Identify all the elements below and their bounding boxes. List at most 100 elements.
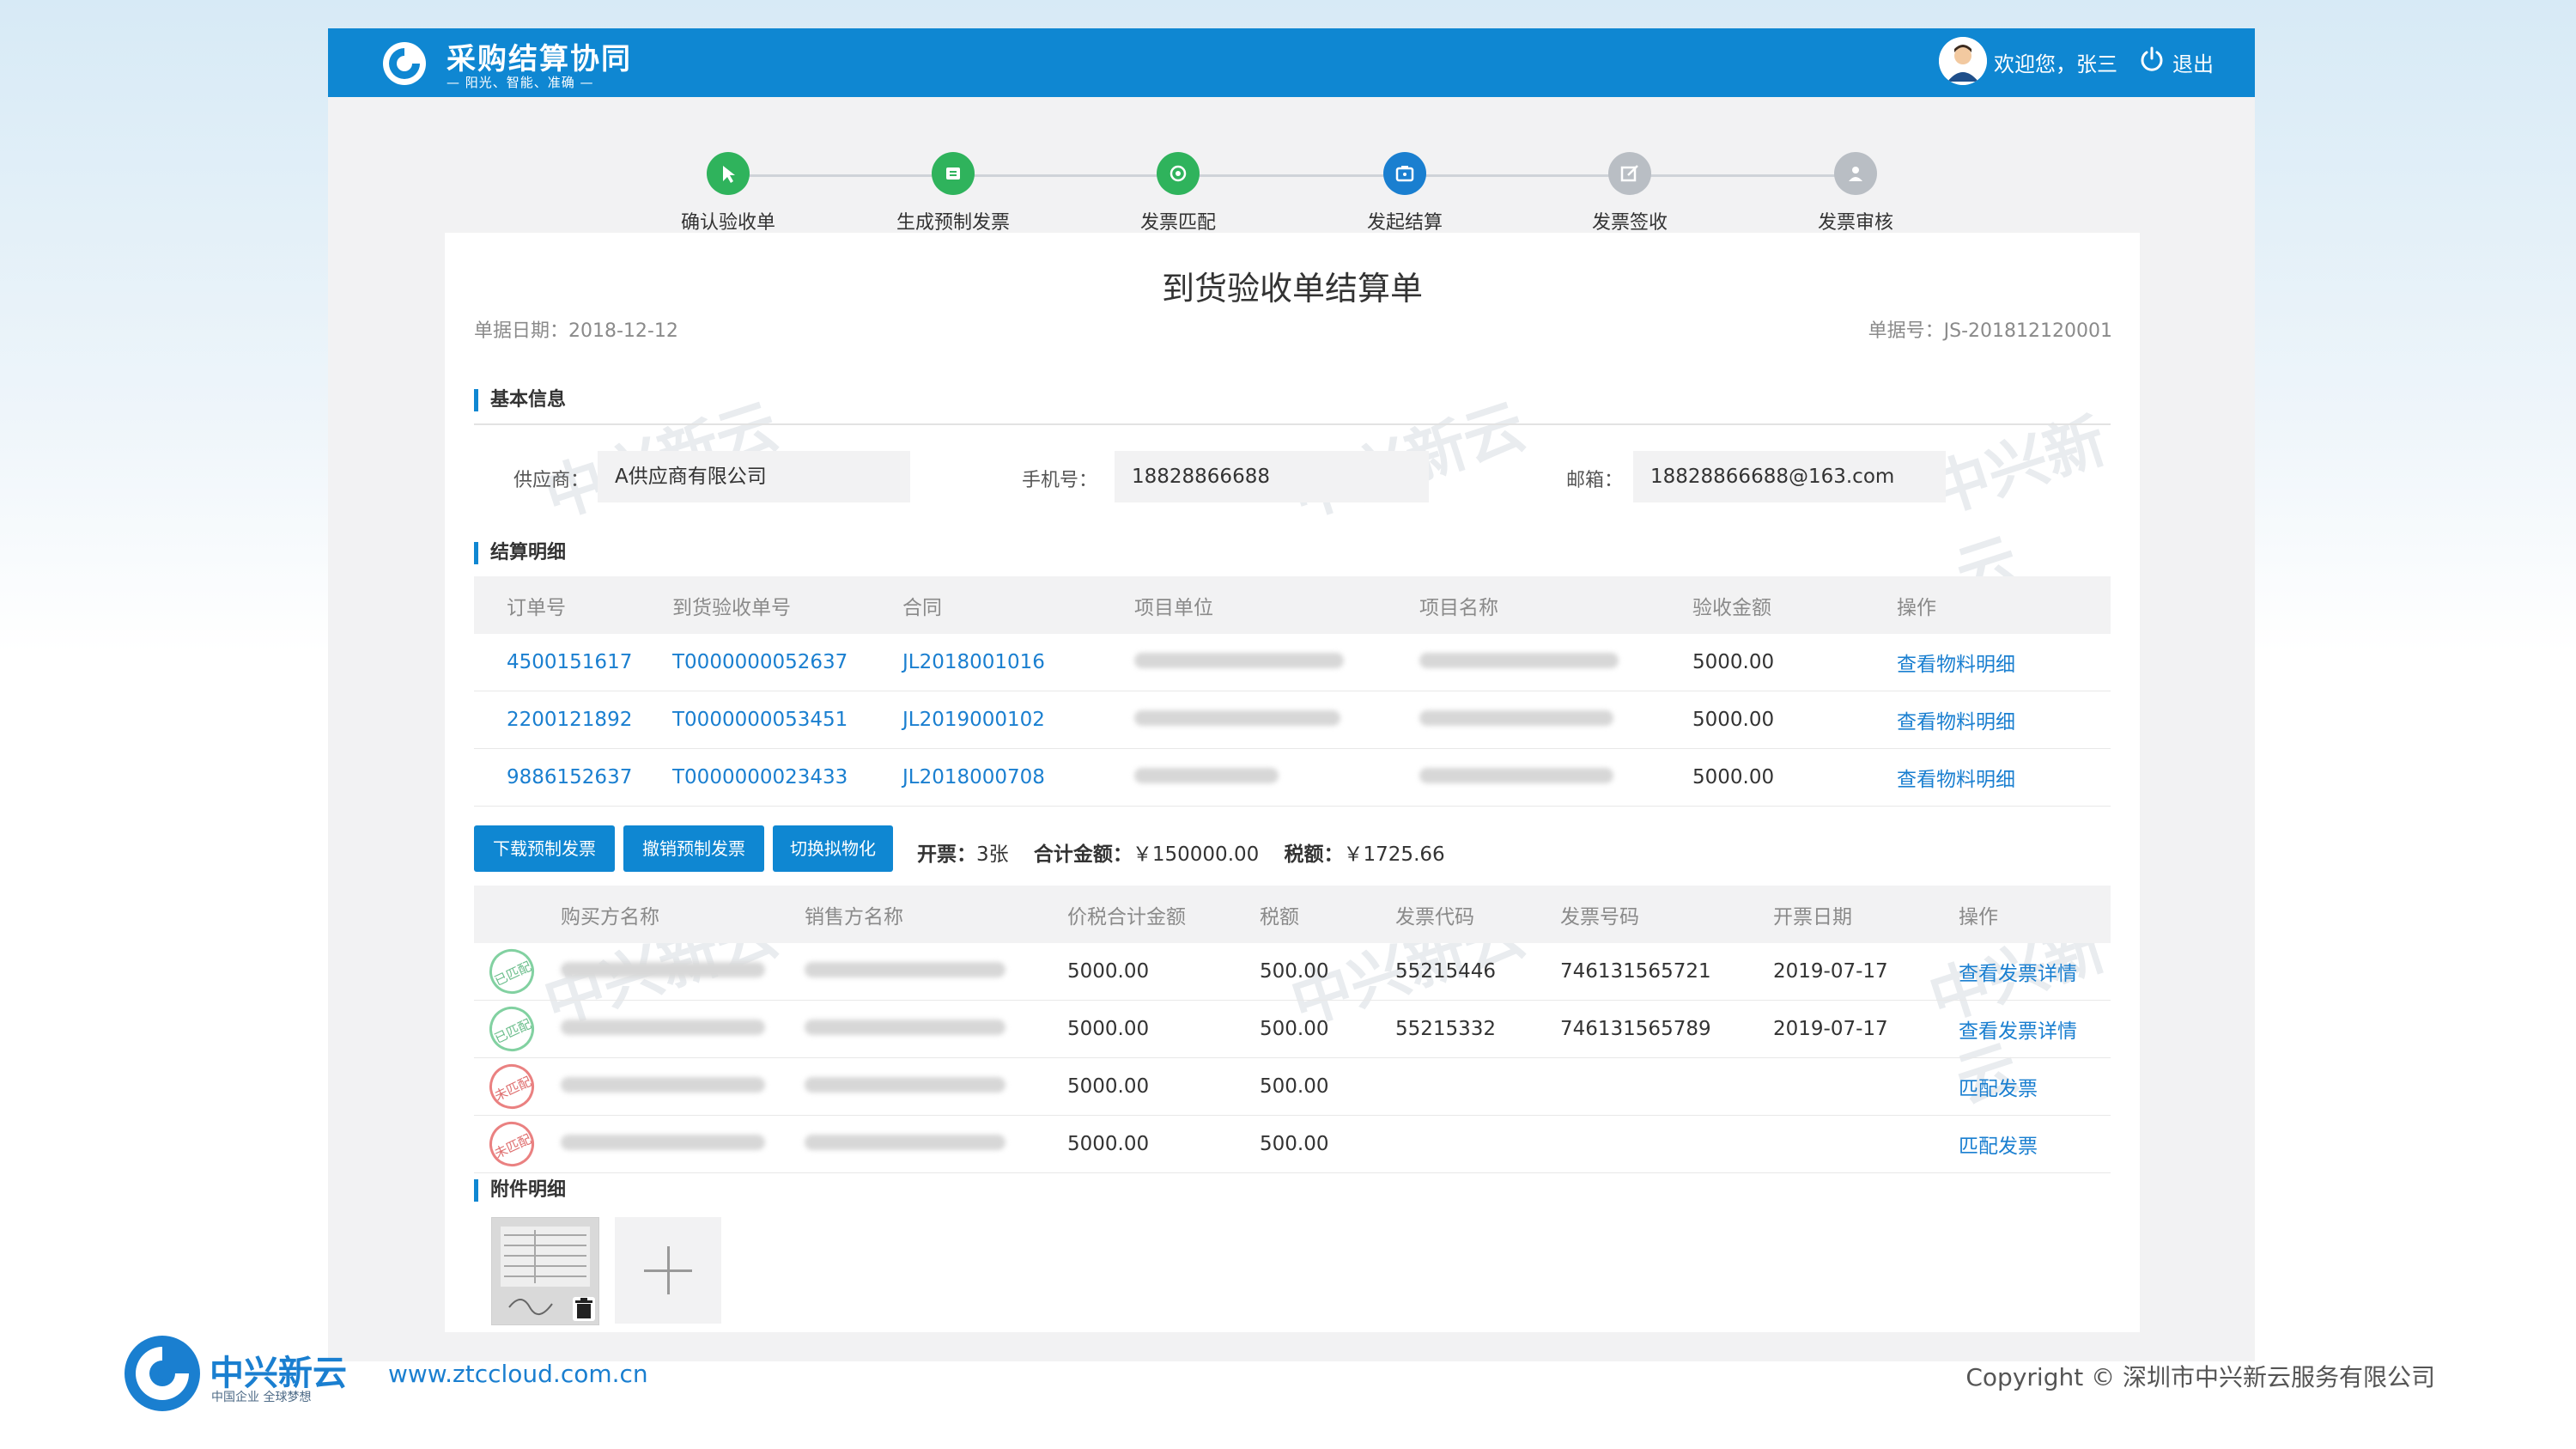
switch-view-button[interactable]: 切换拟物化 (773, 825, 893, 872)
view-materials-link[interactable]: 查看物料明细 (1896, 691, 2111, 749)
status-cell: 未匹配 (474, 1114, 560, 1174)
invoice-icon (946, 167, 960, 180)
order-number-link[interactable]: 2200121892 (474, 691, 671, 749)
redacted-text (1134, 653, 1344, 668)
step-circle (1157, 152, 1200, 195)
logout-link[interactable]: 退出 (2172, 47, 2214, 77)
section-title-attachments: 附件明细 (474, 1179, 566, 1202)
column-header-status (474, 886, 560, 943)
step-6: 发票审核 (1761, 152, 1950, 234)
step-1: 确认验收单 (634, 152, 823, 234)
view-materials-link[interactable]: 查看物料明细 (1896, 634, 2111, 691)
invoice-action-link[interactable]: 查看发票详情 (1958, 943, 2111, 1001)
email-field[interactable]: 18828866688@163.com (1633, 451, 1946, 502)
table-row: 未匹配 5000.00 500.00 匹配发票 (474, 1114, 2111, 1174)
download-invoice-button[interactable]: 下载预制发票 (474, 825, 615, 872)
contract-link[interactable]: JL2018000708 (902, 748, 1133, 807)
trash-icon[interactable] (573, 1297, 595, 1321)
column-header: 操作 (1896, 576, 2111, 634)
column-header: 到货验收单号 (671, 576, 902, 634)
column-header: 销售方名称 (804, 886, 1066, 943)
phone-field[interactable]: 18828866688 (1115, 451, 1429, 502)
section-divider (474, 423, 2111, 425)
seller-cell (804, 943, 1066, 1001)
redacted-text (805, 1020, 1005, 1035)
count-label: 开票： (917, 843, 976, 866)
project-name-cell (1419, 691, 1692, 749)
table-row: 2200121892 T0000000053451 JL2019000102 5000… (474, 691, 2111, 749)
count-value: 3张 (976, 843, 1009, 866)
tax-label: 税额： (1284, 843, 1344, 866)
power-icon[interactable] (2138, 46, 2166, 73)
tax-cell: 500.00 (1259, 1000, 1394, 1058)
contract-link[interactable]: JL2019000102 (902, 691, 1133, 749)
step-circle (1608, 152, 1651, 195)
step-label: 发票签收 (1591, 212, 1668, 234)
invoice-action-link[interactable]: 查看发票详情 (1958, 1000, 2111, 1058)
status-cell: 已匹配 (474, 999, 560, 1059)
project-name-cell (1419, 748, 1692, 807)
invoice-action-link[interactable]: 匹配发票 (1958, 1057, 2111, 1116)
table-row: 已匹配 5000.00 500.00 55215446 746131565721 2019… (474, 941, 2111, 1002)
table-row: 未匹配 5000.00 500.00 匹配发票 (474, 1056, 2111, 1117)
buyer-cell (560, 943, 804, 1001)
redacted-text (805, 1135, 1005, 1150)
invoice-number-cell (1559, 1115, 1772, 1173)
buyer-cell (560, 1000, 804, 1058)
sign-icon (1620, 165, 1638, 182)
invoice-number-cell (1559, 1057, 1772, 1116)
contract-link[interactable]: JL2018001016 (902, 634, 1133, 691)
redacted-text (1134, 768, 1279, 783)
status-cell: 未匹配 (474, 1056, 560, 1117)
column-header: 发票号码 (1559, 886, 1772, 943)
supplier-field[interactable]: A供应商有限公司 (598, 451, 910, 502)
invoice-action-link[interactable]: 匹配发票 (1958, 1115, 2111, 1173)
footer-url-link[interactable]: www.ztccloud.com.cn (388, 1360, 648, 1388)
invoice-date-cell (1772, 1057, 1958, 1116)
invoice-code-cell: 55215446 (1394, 943, 1559, 1001)
footer-copyright: Copyright © 深圳市中兴新云服务有限公司 (1965, 1363, 2435, 1391)
amount-cell: 5000.00 (1692, 691, 1896, 749)
app-slogan: — 阳光、智能、准确 — (447, 75, 594, 90)
total-cell: 5000.00 (1066, 1115, 1259, 1173)
view-materials-link[interactable]: 查看物料明细 (1896, 748, 2111, 807)
invoice-number-cell: 746131565721 (1559, 943, 1772, 1001)
project-name-cell (1419, 634, 1692, 691)
section-title-settlement: 结算明细 (474, 542, 566, 564)
receipt-number-link[interactable]: T0000000023433 (671, 748, 902, 807)
column-header: 发票代码 (1394, 886, 1559, 943)
receipt-number-link[interactable]: T0000000053451 (671, 691, 902, 749)
redacted-text (561, 1077, 765, 1093)
target-icon (1170, 165, 1187, 182)
table-row: 已匹配 5000.00 500.00 55215332 746131565789 2019… (474, 999, 2111, 1059)
redacted-text (805, 1077, 1005, 1093)
avatar-icon (1939, 37, 1987, 85)
column-header: 开票日期 (1772, 886, 1958, 943)
attachment-thumbnail[interactable] (491, 1217, 599, 1325)
receipt-number-link[interactable]: T0000000052637 (671, 634, 902, 691)
column-header: 验收金额 (1692, 576, 1896, 634)
invoice-code-cell: 55215332 (1394, 1000, 1559, 1058)
redacted-text (561, 1020, 765, 1035)
step-circle (1834, 152, 1877, 195)
column-header: 订单号 (474, 576, 671, 634)
redacted-text (1419, 768, 1613, 783)
order-number-link[interactable]: 9886152637 (474, 748, 671, 807)
step-label: 确认验收单 (680, 212, 775, 234)
step-3: 发票匹配 (1084, 152, 1273, 234)
amount-cell: 5000.00 (1692, 748, 1896, 807)
user-avatar[interactable] (1939, 37, 1987, 85)
add-attachment-button[interactable] (615, 1217, 721, 1324)
total-cell: 5000.00 (1066, 1000, 1259, 1058)
invoice-code-cell (1394, 1115, 1559, 1173)
tax-cell: 500.00 (1259, 1115, 1394, 1173)
order-number-link[interactable]: 4500151617 (474, 634, 671, 691)
total-cell: 5000.00 (1066, 1057, 1259, 1116)
column-header: 项目名称 (1419, 576, 1692, 634)
status-cell: 已匹配 (474, 941, 560, 1002)
welcome-text: 欢迎您，张三 (1994, 52, 2117, 76)
buyer-cell (560, 1115, 804, 1173)
status-stamp: 已匹配 (482, 999, 542, 1059)
revoke-invoice-button[interactable]: 撤销预制发票 (623, 825, 764, 872)
buyer-cell (560, 1057, 804, 1116)
